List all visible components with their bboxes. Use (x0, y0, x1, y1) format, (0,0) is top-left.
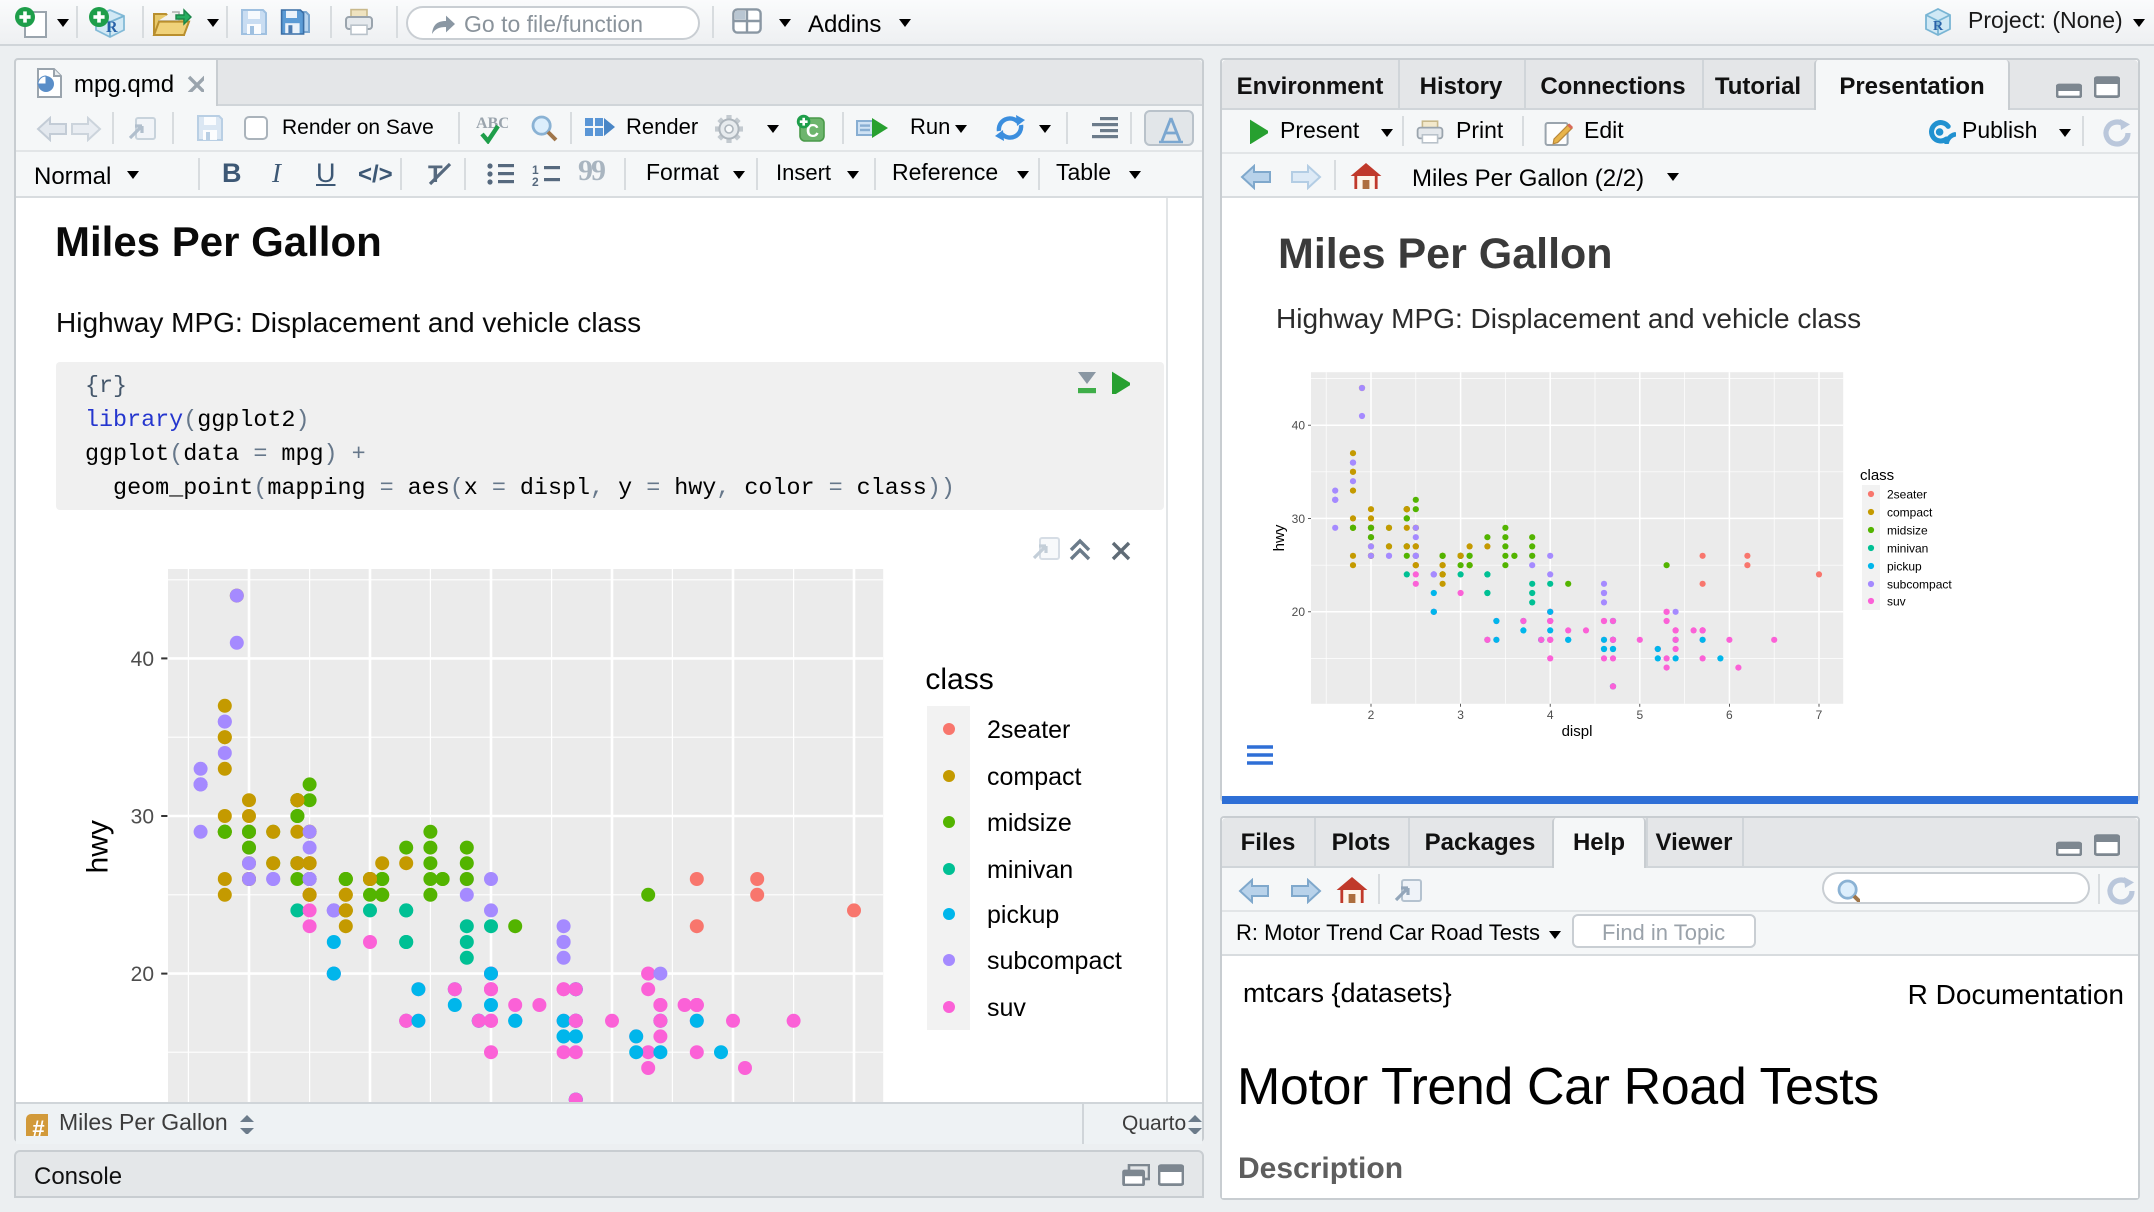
svg-text:20: 20 (1292, 605, 1306, 619)
svg-text:2seater: 2seater (1887, 487, 1927, 501)
svg-text:pickup: pickup (987, 901, 1059, 929)
svg-text:pickup: pickup (1887, 559, 1922, 573)
svg-text:2: 2 (532, 175, 539, 186)
svg-text:7: 7 (1816, 708, 1823, 722)
svg-text:20: 20 (131, 963, 154, 986)
svg-text:minivan: minivan (1887, 541, 1928, 555)
svg-text:ABC: ABC (476, 115, 508, 132)
svg-text:suv: suv (987, 994, 1026, 1022)
svg-text:40: 40 (131, 648, 154, 671)
svg-text:hwy: hwy (1271, 524, 1288, 551)
svg-text:30: 30 (131, 806, 154, 829)
svg-text:R: R (1933, 19, 1944, 34)
svg-text:#: # (32, 1115, 44, 1135)
svg-text:subcompact: subcompact (1887, 577, 1952, 591)
svg-text:2: 2 (1368, 708, 1375, 722)
svg-text:midsize: midsize (987, 809, 1072, 837)
svg-text:minivan: minivan (987, 856, 1073, 884)
svg-text:compact: compact (987, 763, 1082, 791)
svg-text:30: 30 (1292, 512, 1306, 526)
svg-text:4: 4 (1547, 708, 1554, 722)
svg-text:6: 6 (1726, 708, 1733, 722)
svg-text:midsize: midsize (1887, 523, 1928, 537)
svg-text:displ: displ (1562, 723, 1593, 740)
svg-text:subcompact: subcompact (987, 947, 1122, 975)
svg-text:suv: suv (1887, 594, 1906, 608)
svg-text:3: 3 (1457, 708, 1464, 722)
svg-text:40: 40 (1292, 419, 1306, 433)
svg-text:2seater: 2seater (987, 716, 1070, 744)
svg-text:class: class (1860, 467, 1894, 484)
svg-text:compact: compact (1887, 505, 1933, 519)
svg-text:hwy: hwy (82, 820, 114, 873)
svg-text:5: 5 (1636, 708, 1643, 722)
svg-text:class: class (925, 663, 993, 696)
